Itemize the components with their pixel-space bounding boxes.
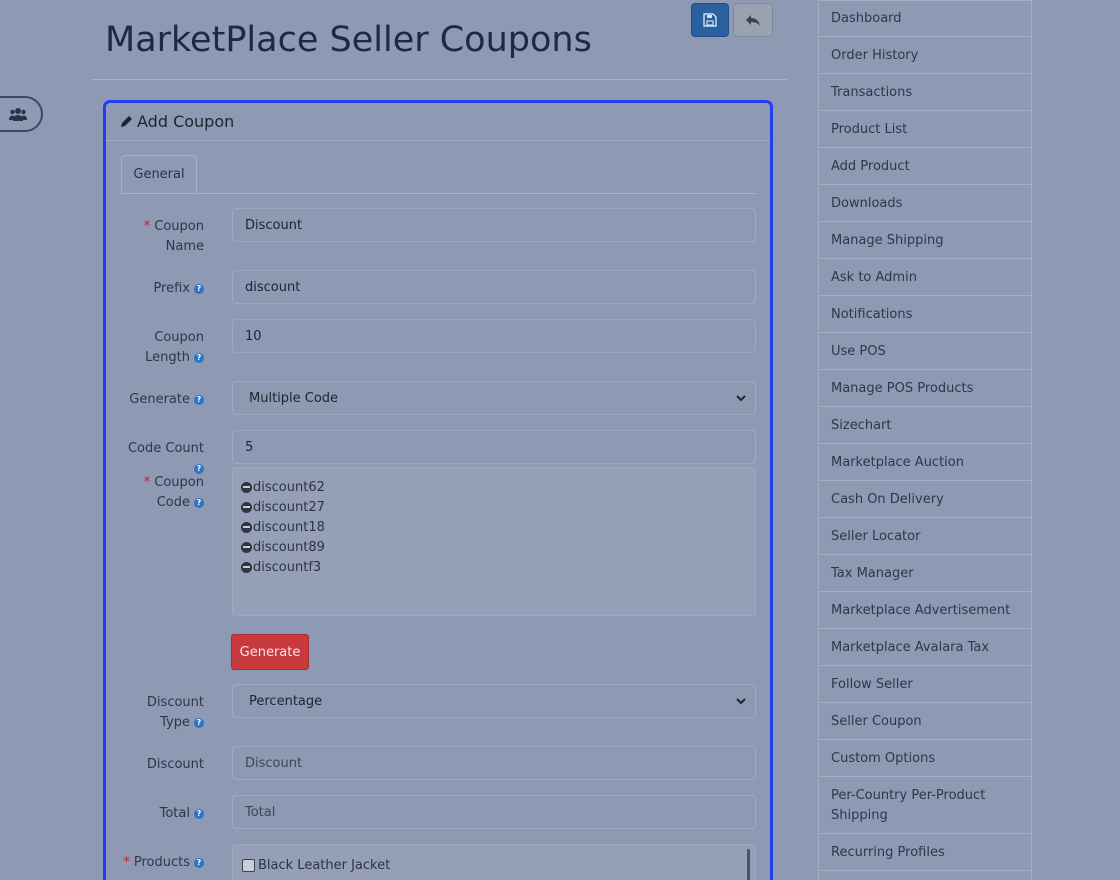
prefix-input[interactable]: discount — [232, 270, 756, 304]
panel-header: Add Coupon — [106, 103, 770, 141]
question-circle-icon: ? — [194, 394, 204, 405]
discount-label: Discount — [146, 757, 204, 772]
tab-general[interactable]: General — [121, 155, 197, 193]
menu-item-seller-coupon[interactable]: Seller Coupon — [819, 703, 1031, 740]
menu-item-manage-shipping[interactable]: Manage Shipping — [819, 222, 1031, 259]
menu-item-order-history[interactable]: Order History — [819, 37, 1031, 74]
menu-item-follow-seller[interactable]: Follow Seller — [819, 666, 1031, 703]
pencil-icon — [121, 116, 132, 127]
menu-item-per-country-shipping[interactable]: Per-Country Per-Product Shipping — [819, 777, 1031, 834]
menu-item-add-product[interactable]: Add Product — [819, 148, 1031, 185]
minus-circle-icon[interactable] — [241, 501, 252, 513]
tab-divider — [121, 193, 757, 194]
menu-item-transactions[interactable]: Transactions — [819, 74, 1031, 111]
list-item: discountf3 — [241, 557, 747, 577]
panel-heading: Add Coupon — [137, 112, 235, 131]
list-item[interactable]: Black Leather Jacket — [242, 858, 390, 873]
question-circle-icon: ? — [194, 352, 204, 363]
reply-icon — [746, 15, 760, 26]
question-circle-icon: ? — [194, 497, 204, 508]
coupon-length-input[interactable]: 10 — [232, 319, 756, 353]
menu-item-product-list[interactable]: Product List — [819, 111, 1031, 148]
question-circle-icon: ? — [194, 463, 204, 474]
minus-circle-icon[interactable] — [241, 481, 252, 493]
save-button[interactable] — [691, 3, 729, 37]
coupon-name-input[interactable]: Discount — [232, 208, 756, 242]
add-coupon-panel: Add Coupon General * Coupon Name Discount… — [103, 100, 773, 880]
discount-input[interactable]: Discount — [232, 746, 756, 780]
list-item: discount27 — [241, 497, 747, 517]
menu-item-more[interactable] — [819, 871, 1031, 880]
total-label: Total? — [116, 804, 204, 824]
chevron-down-icon — [736, 395, 746, 402]
product-checkbox[interactable] — [242, 859, 255, 872]
page-title: MarketPlace Seller Coupons — [105, 20, 592, 60]
menu-item-notifications[interactable]: Notifications — [819, 296, 1031, 333]
products-list: Black Leather Jacket — [232, 844, 756, 880]
generate-label: Generate? — [116, 390, 204, 410]
question-circle-icon: ? — [194, 283, 204, 294]
menu-item-use-pos[interactable]: Use POS — [819, 333, 1031, 370]
save-icon — [703, 13, 717, 27]
menu-item-custom-options[interactable]: Custom Options — [819, 740, 1031, 777]
minus-circle-icon[interactable] — [241, 521, 252, 533]
title-divider — [92, 79, 787, 80]
discount-type-select[interactable]: Percentage — [232, 684, 756, 718]
question-circle-icon: ? — [194, 717, 204, 728]
generate-button[interactable]: Generate — [231, 634, 309, 670]
seller-menu: Dashboard Order History Transactions Pro… — [818, 0, 1032, 880]
back-button[interactable] — [733, 3, 773, 37]
coupon-length-label: Coupon Length? — [145, 330, 204, 365]
required-marker: * — [143, 475, 151, 490]
menu-item-dashboard[interactable]: Dashboard — [819, 0, 1031, 37]
menu-item-downloads[interactable]: Downloads — [819, 185, 1031, 222]
menu-item-tax-manager[interactable]: Tax Manager — [819, 555, 1031, 592]
discount-type-label: Discount Type? — [146, 695, 204, 730]
menu-item-seller-locator[interactable]: Seller Locator — [819, 518, 1031, 555]
required-marker: * — [143, 219, 151, 234]
required-marker: * — [123, 855, 130, 870]
customer-panel-toggle[interactable] — [0, 96, 43, 132]
generate-select[interactable]: Multiple Code — [232, 381, 756, 415]
menu-item-recurring-profiles[interactable]: Recurring Profiles — [819, 834, 1031, 871]
coupon-code-list: discount62 discount27 discount18 discoun… — [232, 467, 756, 616]
coupon-code-label: * Coupon Code? — [143, 475, 204, 510]
menu-item-sizechart[interactable]: Sizechart — [819, 407, 1031, 444]
question-circle-icon: ? — [194, 808, 204, 819]
chevron-down-icon — [736, 698, 746, 705]
prefix-label: Prefix? — [116, 279, 204, 299]
coupon-name-label: * Coupon Name — [143, 219, 204, 254]
question-circle-icon: ? — [194, 857, 204, 868]
menu-item-cash-on-delivery[interactable]: Cash On Delivery — [819, 481, 1031, 518]
users-icon — [9, 108, 27, 121]
menu-item-ask-to-admin[interactable]: Ask to Admin — [819, 259, 1031, 296]
menu-item-marketplace-advertisement[interactable]: Marketplace Advertisement — [819, 592, 1031, 629]
menu-item-manage-pos-products[interactable]: Manage POS Products — [819, 370, 1031, 407]
list-item: discount18 — [241, 517, 747, 537]
list-item: discount89 — [241, 537, 747, 557]
menu-item-marketplace-avalara-tax[interactable]: Marketplace Avalara Tax — [819, 629, 1031, 666]
menu-item-marketplace-auction[interactable]: Marketplace Auction — [819, 444, 1031, 481]
products-scrollbar[interactable] — [747, 849, 750, 880]
minus-circle-icon[interactable] — [241, 541, 252, 553]
minus-circle-icon[interactable] — [241, 561, 252, 573]
products-label: * Products? — [116, 853, 204, 873]
list-item: discount62 — [241, 477, 747, 497]
code-count-input[interactable]: 5 — [232, 430, 756, 464]
total-input[interactable]: Total — [232, 795, 756, 829]
